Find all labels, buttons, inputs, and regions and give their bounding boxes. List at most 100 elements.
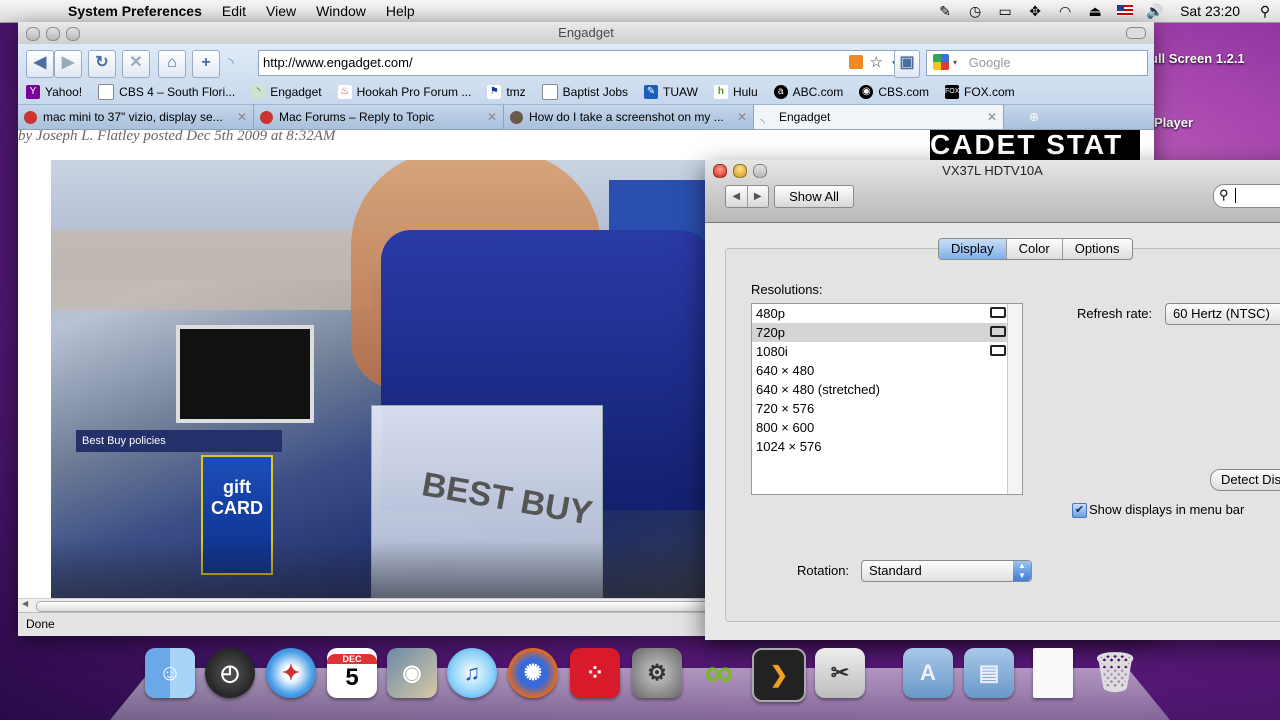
scroll-thumb[interactable] [36, 601, 718, 612]
extension-button[interactable]: ▣ [894, 50, 920, 78]
display-icon[interactable]: ▭ [990, 3, 1020, 20]
tab-options[interactable]: Options [1063, 239, 1132, 259]
move-icon[interactable]: ✥ [1020, 3, 1050, 20]
tab-close-icon[interactable]: ✕ [231, 105, 247, 129]
tmz-icon: ⚑ [487, 85, 502, 99]
list-item[interactable]: 640 × 480 (stretched) [752, 380, 1022, 399]
search-dropdown-icon[interactable]: ▾ [953, 58, 957, 67]
home-button[interactable]: ⌂ [158, 50, 186, 78]
new-tab-button[interactable]: + [192, 50, 220, 78]
browser-minimize-button[interactable] [46, 27, 60, 41]
browser-zoom-button[interactable] [66, 27, 80, 41]
menu-edit[interactable]: Edit [212, 0, 256, 22]
prefs-nav-buttons: ◀ ▶ [725, 185, 769, 208]
bookmark-tuaw[interactable]: ✎ TUAW [636, 85, 706, 99]
itunes-icon[interactable]: ♫ [447, 648, 497, 698]
ical-icon[interactable]: DEC 5 [327, 648, 377, 698]
menu-help[interactable]: Help [376, 0, 425, 22]
trash-icon[interactable]: 🗑 [1090, 648, 1140, 698]
list-item[interactable]: 1080i [752, 342, 1022, 361]
menu-view[interactable]: View [256, 0, 306, 22]
scroll-left-icon[interactable]: ◀ [22, 599, 28, 608]
tab-close-icon[interactable]: ✕ [731, 105, 747, 129]
tab-mac-mini[interactable]: mac mini to 37" vizio, display se... ✕ [18, 105, 254, 129]
system-preferences-icon[interactable]: ⚙ [632, 648, 682, 698]
list-item[interactable]: 640 × 480 [752, 361, 1022, 380]
iphoto-icon[interactable]: ◉ [387, 648, 437, 698]
show-displays-checkbox[interactable]: ✔ [1072, 503, 1087, 518]
tab-display[interactable]: Display [939, 239, 1007, 259]
bookmark-cbs4[interactable]: CBS 4 – South Flori... [90, 84, 243, 100]
rotation-select[interactable]: Standard ▲ ▼ [861, 560, 1032, 582]
show-all-button[interactable]: Show All [774, 185, 854, 208]
refresh-rate-select[interactable]: 60 Hertz (NTSC) [1165, 303, 1280, 325]
vuze-icon[interactable]: ∞ [694, 648, 744, 698]
boxee-icon[interactable]: ⁘ [570, 648, 620, 698]
dashboard-icon[interactable]: ◴ [205, 648, 255, 698]
menu-window[interactable]: Window [306, 0, 376, 22]
bookmark-abc[interactable]: a ABC.com [766, 85, 852, 99]
browser-close-button[interactable] [26, 27, 40, 41]
spotlight-icon[interactable]: ⚲ [1250, 3, 1280, 20]
rss-icon[interactable] [849, 55, 863, 69]
bookmark-hulu[interactable]: h Hulu [706, 85, 766, 99]
bookmark-star-icon[interactable]: ☆ [870, 51, 883, 75]
search-placeholder: Google [968, 55, 1011, 70]
flag-us-icon[interactable] [1110, 3, 1140, 19]
back-button[interactable]: ◀ [26, 50, 54, 78]
list-item[interactable]: 800 × 600 [752, 418, 1022, 437]
firefox-icon[interactable]: ✺ [508, 648, 558, 698]
stop-button[interactable]: ✕ [122, 50, 150, 78]
prefs-forward-button[interactable]: ▶ [748, 186, 769, 207]
resolutions-list[interactable]: 480p 720p 1080i 640 × 480 640 × 480 (str… [751, 303, 1023, 495]
detect-displays-button[interactable]: Detect Dis [1210, 469, 1280, 491]
prefs-search-input[interactable]: ⚲ [1213, 184, 1280, 208]
prefs-back-button[interactable]: ◀ [726, 186, 748, 207]
tab-mac-forums[interactable]: Mac Forums – Reply to Topic ✕ [254, 105, 504, 129]
desktop-text-player: Player [1154, 115, 1194, 130]
safari-icon[interactable]: ✦ [266, 648, 316, 698]
bookmark-yahoo[interactable]: Y Yahoo! [18, 85, 90, 99]
plex-icon[interactable]: ❯ [752, 648, 806, 702]
bookmark-hookah[interactable]: ♨ Hookah Pro Forum ... [330, 85, 480, 99]
list-item[interactable]: 720p [752, 323, 1022, 342]
bookmark-cbs[interactable]: ◉ CBS.com [851, 85, 937, 99]
tab-close-icon[interactable]: ✕ [481, 105, 497, 129]
url-bar[interactable]: http://www.engadget.com/ ☆ ▾ [258, 50, 900, 76]
ical-month: DEC [327, 654, 377, 664]
time-machine-icon[interactable]: ◷ [960, 3, 990, 20]
bookmark-tmz[interactable]: ⚑ tmz [479, 85, 533, 99]
tab-color[interactable]: Color [1007, 239, 1063, 259]
menu-app-name[interactable]: System Preferences [58, 0, 212, 22]
bookmark-fox[interactable]: FOX FOX.com [937, 85, 1023, 99]
toolbar-toggle-button[interactable] [1126, 27, 1146, 39]
wifi-icon[interactable]: ◠ [1050, 3, 1080, 20]
tab-close-icon[interactable]: ✕ [981, 105, 997, 129]
tab-screenshot[interactable]: How do I take a screenshot on my ... ✕ [504, 105, 754, 129]
article-photo[interactable]: Best Buy policies gift CARD BEST BUY [51, 160, 711, 600]
new-tab-icon[interactable]: ⊕ [1004, 105, 1064, 129]
reload-button[interactable]: ↻ [88, 50, 116, 78]
applications-folder-icon[interactable]: A [903, 648, 953, 698]
bookmark-engadget[interactable]: ◝ Engadget [243, 85, 329, 99]
list-scrollbar[interactable] [1007, 304, 1022, 494]
feed-icon: ◝ [228, 55, 234, 72]
eject-icon[interactable]: ⏏ [1080, 3, 1110, 20]
bookmark-baptist-jobs[interactable]: Baptist Jobs [534, 84, 636, 100]
horizontal-scrollbar[interactable]: ◀ [18, 598, 718, 613]
ad-banner[interactable]: CADET STAT [930, 130, 1140, 160]
list-item[interactable]: 1024 × 576 [752, 437, 1022, 456]
evernote-icon[interactable]: ✎ [930, 3, 960, 20]
rotation-value: Standard [869, 563, 922, 578]
menu-clock[interactable]: Sat 23:20 [1170, 3, 1250, 19]
list-item[interactable]: 480p [752, 304, 1022, 323]
grab-icon[interactable]: ✂ [815, 648, 865, 698]
documents-folder-icon[interactable]: ▤ [964, 648, 1014, 698]
forward-button[interactable]: ▶ [54, 50, 82, 78]
tab-engadget[interactable]: ◝ Engadget ✕ [754, 105, 1004, 130]
volume-icon[interactable]: 🔊 [1140, 3, 1170, 20]
file-icon[interactable] [1033, 648, 1073, 698]
list-item[interactable]: 720 × 576 [752, 399, 1022, 418]
finder-icon[interactable]: ☺ [145, 648, 195, 698]
search-input[interactable]: ▾ Google [926, 50, 1148, 76]
